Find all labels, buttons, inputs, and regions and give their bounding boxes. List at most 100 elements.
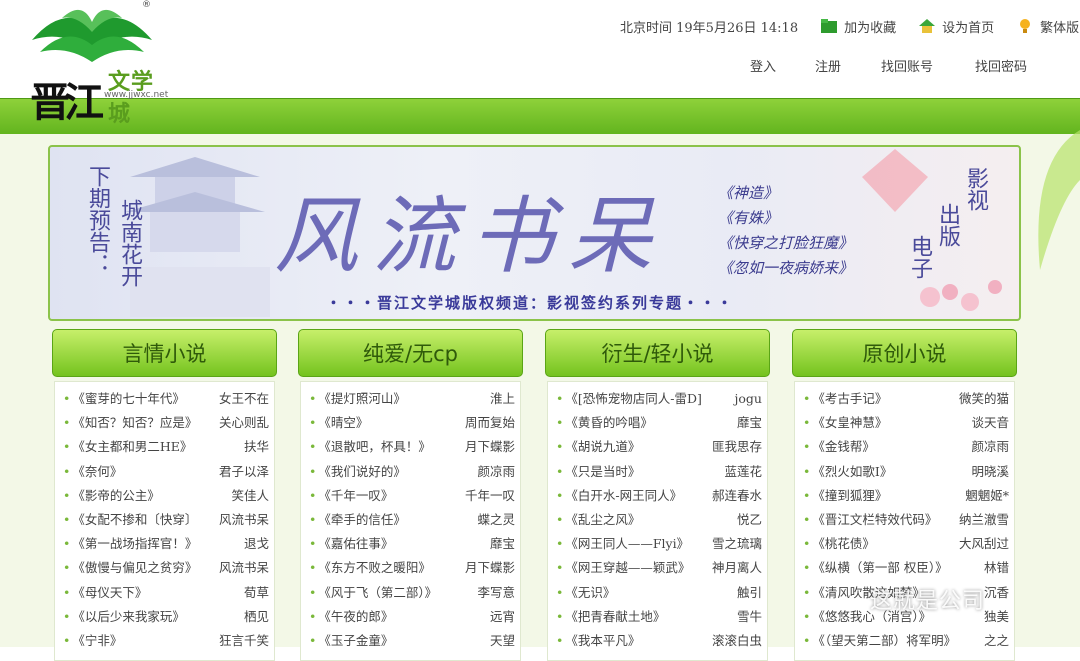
book-title-link[interactable]: 《我本平凡》 — [556, 630, 640, 652]
book-author-link[interactable]: 魍魍姬* — [965, 485, 1009, 507]
book-author-link[interactable]: 扶华 — [244, 436, 269, 458]
book-author-link[interactable]: 栖见 — [244, 606, 269, 628]
book-author-link[interactable]: 周而复始 — [465, 412, 515, 434]
book-author-link[interactable]: 李写意 — [477, 582, 515, 604]
book-title-link[interactable]: 《嘉佑往事》 — [309, 533, 393, 555]
book-title-link[interactable]: 《只是当时》 — [556, 461, 640, 483]
book-title-link[interactable]: 《蜜芽的七十年代》 — [63, 388, 185, 410]
book-author-link[interactable]: 触引 — [737, 582, 762, 604]
book-title-link[interactable]: 《女皇神慧》 — [803, 412, 887, 434]
book-author-link[interactable]: 独美 — [984, 606, 1009, 628]
book-author-link[interactable]: 月下蝶影 — [465, 557, 515, 579]
book-title-link[interactable]: 《网王同人——Flyi》 — [556, 533, 689, 555]
book-author-link[interactable]: 沉香 — [984, 582, 1009, 604]
add-favorite-link[interactable]: 加为收藏 — [820, 17, 896, 36]
book-author-link[interactable]: 风流书呆 — [219, 509, 269, 531]
book-author-link[interactable]: 淮上 — [490, 388, 515, 410]
promo-banner[interactable]: 下期预告： 城南花开 风流书呆 《神造》 《有姝》 《快穿之打脸狂魔》 《忽如一… — [48, 145, 1021, 321]
book-author-link[interactable]: 月下蝶影 — [465, 436, 515, 458]
book-title-link[interactable]: 《退散吧，杯具！》 — [309, 436, 431, 458]
book-author-link[interactable]: 关心则乱 — [219, 412, 269, 434]
book-title-link[interactable]: 《烈火如歌I》 — [803, 461, 892, 483]
book-author-link[interactable]: 天望 — [490, 630, 515, 652]
book-author-link[interactable]: 千年一叹 — [465, 485, 515, 507]
book-title-link[interactable]: 《桃花债》 — [803, 533, 875, 555]
book-title-link[interactable]: 《母仪天下》 — [63, 582, 147, 604]
book-title-link[interactable]: 《胡说九道》 — [556, 436, 640, 458]
book-author-link[interactable]: 神月离人 — [712, 557, 762, 579]
login-link[interactable]: 登入 — [750, 56, 776, 75]
book-author-link[interactable]: 郝连春水 — [712, 485, 762, 507]
book-author-link[interactable]: 颜凉雨 — [971, 436, 1009, 458]
book-title-link[interactable]: 《撞到狐狸》 — [803, 485, 887, 507]
book-author-link[interactable]: 纳兰澈雪 — [959, 509, 1009, 531]
book-title-link[interactable]: 《纵横（第一部 权臣）》 — [803, 557, 947, 579]
book-author-link[interactable]: 蝶之灵 — [477, 509, 515, 531]
banner-book-item[interactable]: 《神造》 — [718, 181, 853, 206]
book-author-link[interactable]: 微笑的猫 — [959, 388, 1009, 410]
book-title-link[interactable]: 《提灯照河山》 — [309, 388, 406, 410]
book-title-link[interactable]: 《乱尘之风》 — [556, 509, 640, 531]
book-title-link[interactable]: 《黄昏的吟唱》 — [556, 412, 653, 434]
traditional-chinese-link[interactable]: 繁体版 — [1016, 17, 1079, 36]
register-link[interactable]: 注册 — [815, 56, 841, 75]
book-author-link[interactable]: 谈天音 — [971, 412, 1009, 434]
book-title-link[interactable]: 《玉子金童》 — [309, 630, 393, 652]
book-author-link[interactable]: 君子以泽 — [219, 461, 269, 483]
book-title-link[interactable]: 《白开水-网王同人》 — [556, 485, 682, 507]
book-author-link[interactable]: 大风刮过 — [959, 533, 1009, 555]
book-author-link[interactable]: 之之 — [984, 630, 1009, 652]
book-title-link[interactable]: 《知否？知否？应是》 — [63, 412, 197, 434]
book-author-link[interactable]: jogu — [735, 388, 762, 410]
book-title-link[interactable]: 《风于飞（第二部）》 — [309, 582, 437, 604]
book-author-link[interactable]: 靡宝 — [490, 533, 515, 555]
book-title-link[interactable]: 《以后少来我家玩》 — [63, 606, 185, 628]
book-author-link[interactable]: 明晓溪 — [971, 461, 1009, 483]
banner-book-item[interactable]: 《快穿之打脸狂魔》 — [718, 231, 853, 256]
book-title-link[interactable]: 《牵手的信任》 — [309, 509, 406, 531]
banner-book-item[interactable]: 《有姝》 — [718, 206, 853, 231]
book-title-link[interactable]: 《千年一叹》 — [309, 485, 393, 507]
book-author-link[interactable]: 悦乙 — [737, 509, 762, 531]
category-header[interactable]: 言情小说 — [52, 329, 277, 377]
category-header[interactable]: 纯爱/无cp — [298, 329, 523, 377]
book-title-link[interactable]: 《无识》 — [556, 582, 615, 604]
book-title-link[interactable]: 《把青春献土地》 — [556, 606, 665, 628]
book-author-link[interactable]: 靡宝 — [737, 412, 762, 434]
book-title-link[interactable]: 《金钱帮》 — [803, 436, 875, 458]
book-author-link[interactable]: 风流书呆 — [219, 557, 269, 579]
book-author-link[interactable]: 颜凉雨 — [477, 461, 515, 483]
book-author-link[interactable]: 退戈 — [244, 533, 269, 555]
recover-password-link[interactable]: 找回密码 — [975, 56, 1027, 75]
book-author-link[interactable]: 远宵 — [490, 606, 515, 628]
book-title-link[interactable]: 《东方不败之暖阳》 — [309, 557, 431, 579]
book-title-link[interactable]: 《女主都和男二HE》 — [63, 436, 192, 458]
book-title-link[interactable]: 《我们说好的》 — [309, 461, 406, 483]
book-author-link[interactable]: 女王不在 — [219, 388, 269, 410]
book-title-link[interactable]: 《网王穿越——颖武》 — [556, 557, 690, 579]
book-title-link[interactable]: 《（望天第二部）将军明》 — [803, 630, 953, 652]
book-title-link[interactable]: 《宁非》 — [63, 630, 122, 652]
book-author-link[interactable]: 笑佳人 — [231, 485, 269, 507]
category-header[interactable]: 原创小说 — [792, 329, 1017, 377]
book-title-link[interactable]: 《奈何》 — [63, 461, 122, 483]
book-title-link[interactable]: 《午夜的郎》 — [309, 606, 393, 628]
book-author-link[interactable]: 雪牛 — [737, 606, 762, 628]
book-author-link[interactable]: 荀草 — [244, 582, 269, 604]
set-homepage-link[interactable]: 设为首页 — [918, 17, 994, 36]
book-author-link[interactable]: 狂言千笑 — [219, 630, 269, 652]
book-title-link[interactable]: 《女配不掺和〔快穿〕 — [63, 509, 197, 531]
category-header[interactable]: 衍生/轻小说 — [545, 329, 770, 377]
book-author-link[interactable]: 滚滚白虫 — [712, 630, 762, 652]
recover-account-link[interactable]: 找回账号 — [881, 56, 933, 75]
book-title-link[interactable]: 《傲慢与偏见之贫穷》 — [63, 557, 197, 579]
book-author-link[interactable]: 蓝莲花 — [724, 461, 762, 483]
book-author-link[interactable]: 匪我思存 — [712, 436, 762, 458]
book-title-link[interactable]: 《考古手记》 — [803, 388, 887, 410]
book-title-link[interactable]: 《晴空》 — [309, 412, 368, 434]
book-title-link[interactable]: 《第一战场指挥官！》 — [63, 533, 197, 555]
book-title-link[interactable]: 《[恐怖宠物店同人-雷D] — [556, 388, 702, 410]
book-title-link[interactable]: 《晋江文栏特效代码》 — [803, 509, 937, 531]
book-author-link[interactable]: 林错 — [984, 557, 1009, 579]
book-title-link[interactable]: 《影帝的公主》 — [63, 485, 160, 507]
